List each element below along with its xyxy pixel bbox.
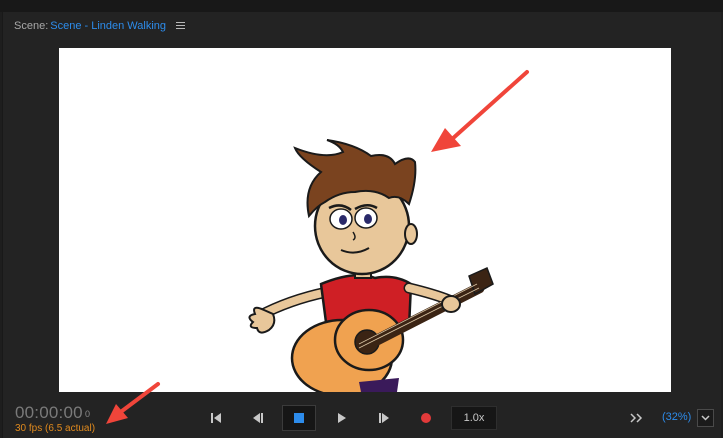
frame-number: 0 [85,409,91,419]
chevron-down-icon [701,415,710,421]
menu-icon[interactable] [176,22,186,30]
zoom-level[interactable]: (32%) [662,411,691,423]
step-back-button[interactable] [248,405,268,431]
step-forward-button[interactable] [374,405,394,431]
expand-button[interactable] [627,405,647,431]
fps-readout: 30 fps (6.5 actual) [15,423,96,434]
zoom-dropdown-button[interactable] [697,409,714,427]
play-icon [338,413,346,423]
skip-to-start-icon [211,413,221,423]
scene-name-link[interactable]: Scene - Linden Walking [50,20,166,32]
step-back-icon [253,413,263,423]
play-button[interactable] [333,405,351,431]
playback-speed[interactable]: 1.0x [451,406,497,430]
double-chevron-right-icon [630,413,643,423]
skip-to-start-button[interactable] [206,405,226,431]
top-bar [0,0,723,12]
stop-button[interactable] [282,405,316,431]
scene-header: Scene: Scene - Linden Walking [14,18,186,34]
step-forward-icon [379,413,389,423]
record-button[interactable] [417,405,435,431]
stop-icon [294,413,304,423]
scene-canvas[interactable] [59,48,671,392]
character-illustration [248,70,529,392]
annotation-arrow [106,382,160,424]
record-icon [421,413,431,423]
timecode: 00:00:00 [15,403,83,422]
scene-label: Scene: [14,20,49,32]
